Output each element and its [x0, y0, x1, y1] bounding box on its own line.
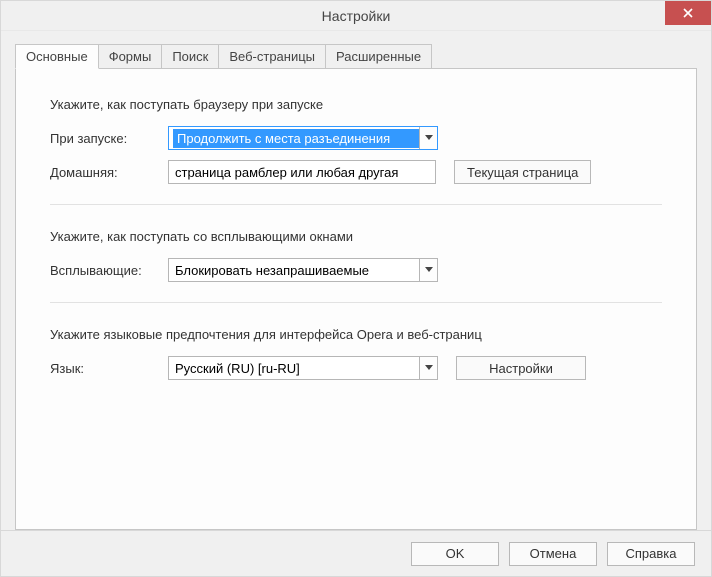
startup-heading: Укажите, как поступать браузеру при запу… [50, 97, 662, 112]
tab-search[interactable]: Поиск [161, 44, 219, 69]
title-bar: Настройки [1, 1, 711, 31]
divider [50, 204, 662, 205]
language-select[interactable]: Русский (RU) [ru-RU] [168, 356, 438, 380]
current-page-button[interactable]: Текущая страница [454, 160, 591, 184]
tab-advanced[interactable]: Расширенные [325, 44, 432, 69]
help-button[interactable]: Справка [607, 542, 695, 566]
on-startup-value: Продолжить с места разъединения [173, 129, 419, 148]
row-homepage: Домашняя: Текущая страница [50, 160, 662, 184]
tab-main-label: Основные [26, 49, 88, 64]
language-label: Язык: [50, 361, 168, 376]
homepage-input[interactable] [168, 160, 436, 184]
tab-search-label: Поиск [172, 49, 208, 64]
on-startup-label: При запуске: [50, 131, 168, 146]
chevron-down-icon [419, 357, 437, 379]
language-value: Русский (RU) [ru-RU] [173, 361, 419, 376]
window-title: Настройки [1, 8, 711, 24]
row-popups: Всплывающие: Блокировать незапрашиваемые [50, 258, 662, 282]
row-language: Язык: Русский (RU) [ru-RU] Настройки [50, 356, 662, 380]
cancel-button[interactable]: Отмена [509, 542, 597, 566]
settings-window: Настройки Основные Формы Поиск Веб-стран… [0, 0, 712, 577]
tab-strip: Основные Формы Поиск Веб-страницы Расшир… [15, 43, 697, 69]
tab-panel-main: Укажите, как поступать браузеру при запу… [15, 68, 697, 530]
on-startup-select[interactable]: Продолжить с места разъединения [168, 126, 438, 150]
section-language: Укажите языковые предпочтения для интерф… [50, 327, 662, 380]
tab-forms[interactable]: Формы [98, 44, 163, 69]
tab-webpages-label: Веб-страницы [229, 49, 315, 64]
language-settings-button[interactable]: Настройки [456, 356, 586, 380]
homepage-label: Домашняя: [50, 165, 168, 180]
section-popups: Укажите, как поступать со всплывающими о… [50, 229, 662, 282]
tab-forms-label: Формы [109, 49, 152, 64]
chevron-down-icon [419, 259, 437, 281]
client-area: Основные Формы Поиск Веб-страницы Расшир… [1, 31, 711, 530]
popups-label: Всплывающие: [50, 263, 168, 278]
ok-button[interactable]: OK [411, 542, 499, 566]
tab-webpages[interactable]: Веб-страницы [218, 44, 326, 69]
popups-value: Блокировать незапрашиваемые [173, 263, 419, 278]
dialog-footer: OK Отмена Справка [1, 530, 711, 576]
chevron-down-icon [419, 127, 437, 149]
popups-select[interactable]: Блокировать незапрашиваемые [168, 258, 438, 282]
close-icon [683, 5, 693, 21]
popups-control: Блокировать незапрашиваемые [168, 258, 662, 282]
divider [50, 302, 662, 303]
section-startup: Укажите, как поступать браузеру при запу… [50, 97, 662, 184]
language-control: Русский (RU) [ru-RU] Настройки [168, 356, 662, 380]
tab-advanced-label: Расширенные [336, 49, 421, 64]
language-heading: Укажите языковые предпочтения для интерф… [50, 327, 662, 342]
popups-heading: Укажите, как поступать со всплывающими о… [50, 229, 662, 244]
row-on-startup: При запуске: Продолжить с места разъедин… [50, 126, 662, 150]
tab-main[interactable]: Основные [15, 44, 99, 69]
homepage-control: Текущая страница [168, 160, 662, 184]
window-close-button[interactable] [665, 1, 711, 25]
on-startup-control: Продолжить с места разъединения [168, 126, 662, 150]
